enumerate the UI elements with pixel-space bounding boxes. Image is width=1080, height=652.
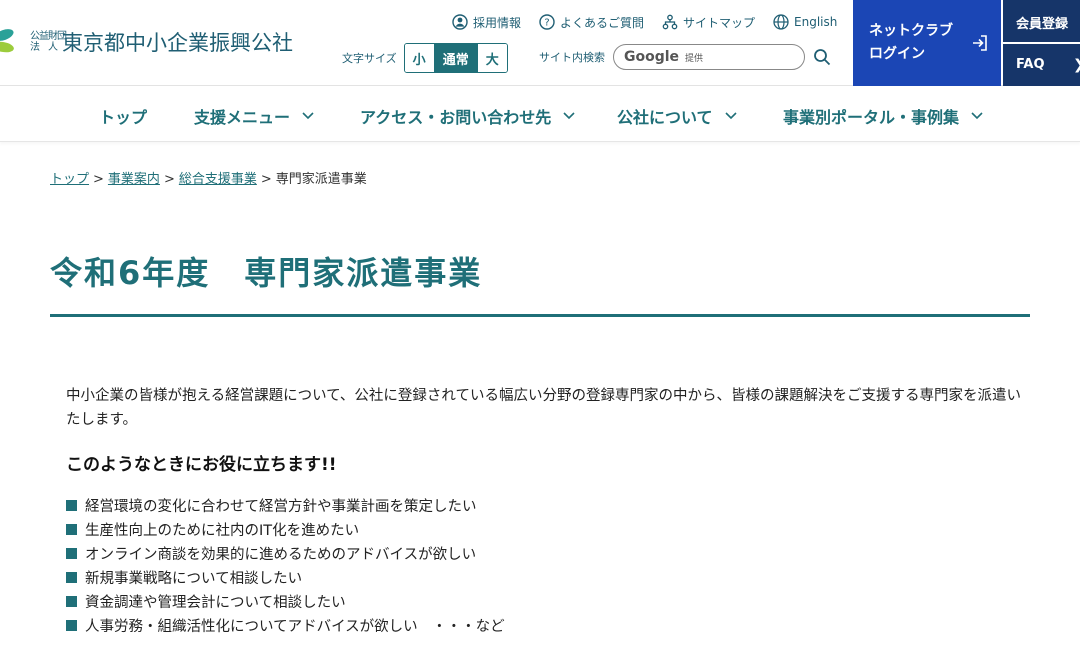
square-bullet-icon	[66, 523, 77, 535]
font-size-normal-button[interactable]: 通常	[434, 44, 478, 72]
list-item-text: 生産性向上のために社内のIT化を進めたい	[85, 522, 360, 539]
font-size-options: 小 通常 大	[403, 43, 508, 73]
member-register-button[interactable]: 会員登録	[1003, 0, 1080, 42]
gnav-item-label: トップ	[99, 108, 148, 127]
chevron-down-icon	[302, 112, 314, 120]
chevron-right-icon: ❯	[1073, 57, 1080, 73]
gnav-item-label: 支援メニュー	[194, 108, 291, 127]
square-bullet-icon	[66, 619, 77, 631]
gnav-item-about[interactable]: 公社について	[617, 104, 737, 128]
recruit-link-label: 採用情報	[473, 15, 522, 30]
search-provided: 提供	[685, 53, 704, 64]
list-item-text: 人事労務・組織活性化についてアドバイスが欲しい ・・・など	[85, 618, 505, 635]
search-input[interactable]: Google 提供	[613, 44, 805, 70]
chevron-down-icon	[971, 112, 983, 120]
logo-name: 東京都中小企業振興公社	[62, 31, 293, 55]
member-register-label: 会員登録	[1016, 17, 1069, 32]
page-title: 令和6年度 専門家派遣事業	[50, 254, 483, 292]
gnav-item-label: 事業別ポータル・事例集	[783, 108, 960, 127]
login-icon	[973, 35, 987, 51]
font-size-label: 文字サイズ	[342, 52, 397, 65]
intro-text: 中小企業の皆様が抱える経営課題について、公社に登録されている幅広い分野の登録専門…	[66, 388, 1021, 428]
breadcrumb-separator: >	[260, 172, 272, 187]
faq-button-label: FAQ	[1016, 57, 1045, 72]
sitemap-link[interactable]: サイトマップ	[662, 14, 755, 31]
breadcrumb-separator: >	[93, 172, 104, 187]
list-item-text: 新規事業戦略について相談したい	[85, 570, 303, 587]
benefits-heading: このようなときにお役に立ちます!!	[66, 455, 337, 475]
netclub-login-button[interactable]: ネットクラブ ログイン	[853, 0, 1001, 86]
search-icon[interactable]	[813, 48, 831, 66]
logo-corp-type: 公益財団 法 人	[30, 31, 67, 53]
chevron-down-icon	[724, 112, 737, 120]
breadcrumb-link-general-support[interactable]: 総合支援事業	[179, 172, 257, 187]
site-search-label: サイト内検索	[539, 51, 605, 64]
font-size-large-button[interactable]: 大	[477, 44, 507, 72]
benefits-list: 経営環境の変化に合わせて経営方針や事業計画を策定したい 生産性向上のために社内の…	[66, 493, 505, 637]
gnav-item-access-contact[interactable]: アクセス・お問い合わせ先	[360, 104, 575, 128]
list-item-text: 資金調達や管理会計について相談したい	[85, 594, 346, 611]
netclub-login-label: ネットクラブ ログイン	[869, 23, 953, 62]
list-item: 新規事業戦略について相談したい	[66, 565, 505, 589]
square-bullet-icon	[66, 571, 77, 583]
square-bullet-icon	[66, 499, 77, 511]
font-size-small-button[interactable]: 小	[404, 44, 435, 72]
chevron-down-icon	[563, 112, 575, 120]
square-bullet-icon	[66, 547, 77, 559]
faq-link[interactable]: ? よくあるご質問	[539, 14, 644, 31]
list-item: 経営環境の変化に合わせて経営方針や事業計画を策定したい	[66, 493, 505, 517]
svg-text:?: ?	[544, 18, 549, 29]
list-item-text: オンライン商談を効果的に進めるためのアドバイスが欲しい	[85, 546, 477, 563]
title-divider	[50, 314, 1030, 317]
english-link-label: English	[794, 15, 838, 29]
square-bullet-icon	[66, 595, 77, 607]
english-link[interactable]: English	[773, 14, 837, 30]
gnav-item-label: 公社について	[617, 108, 713, 127]
gnav-item-top[interactable]: トップ	[99, 104, 147, 128]
site-header: 公益財団 法 人 東京都中小企業振興公社 採用情報 ? よくあるご質問 サイトマ…	[0, 0, 1080, 86]
faq-button[interactable]: FAQ ❯	[1003, 44, 1080, 86]
question-circle-icon: ?	[539, 14, 555, 30]
gnav-item-label: アクセス・お問い合わせ先	[360, 108, 552, 127]
person-circle-icon	[452, 14, 468, 30]
font-size-switcher: 文字サイズ 小 通常 大	[342, 43, 508, 73]
gnav-item-support-menu[interactable]: 支援メニュー	[194, 104, 314, 128]
list-item: 人事労務・組織活性化についてアドバイスが欲しい ・・・など	[66, 613, 505, 637]
recruit-link[interactable]: 採用情報	[452, 14, 521, 31]
sitemap-link-label: サイトマップ	[683, 15, 756, 30]
breadcrumb-current: 専門家派遣事業	[275, 172, 367, 187]
utility-links: 採用情報 ? よくあるご質問 サイトマップ English	[452, 12, 837, 32]
logo-mark-icon	[0, 26, 22, 58]
global-nav: トップ 支援メニュー アクセス・お問い合わせ先 公社について 事業別ポータル・事…	[0, 87, 1080, 142]
gnav-item-portal-cases[interactable]: 事業別ポータル・事例集	[783, 104, 983, 128]
breadcrumb-link-top[interactable]: トップ	[50, 172, 89, 187]
sitemap-icon	[662, 14, 678, 30]
search-brand: Google	[624, 49, 680, 65]
breadcrumb-separator: >	[163, 172, 175, 187]
list-item: 生産性向上のために社内のIT化を進めたい	[66, 517, 505, 541]
globe-icon	[773, 14, 789, 30]
breadcrumb-link-business[interactable]: 事業案内	[108, 172, 160, 187]
list-item-text: 経営環境の変化に合わせて経営方針や事業計画を策定したい	[85, 498, 477, 515]
list-item: オンライン商談を効果的に進めるためのアドバイスが欲しい	[66, 541, 505, 565]
site-logo[interactable]: 公益財団 法 人 東京都中小企業振興公社	[0, 24, 293, 60]
faq-link-label: よくあるご質問	[560, 15, 645, 30]
breadcrumb: トップ > 事業案内 > 総合支援事業 > 専門家派遣事業	[50, 168, 367, 187]
list-item: 資金調達や管理会計について相談したい	[66, 589, 505, 613]
site-search: サイト内検索 Google 提供	[539, 44, 831, 70]
